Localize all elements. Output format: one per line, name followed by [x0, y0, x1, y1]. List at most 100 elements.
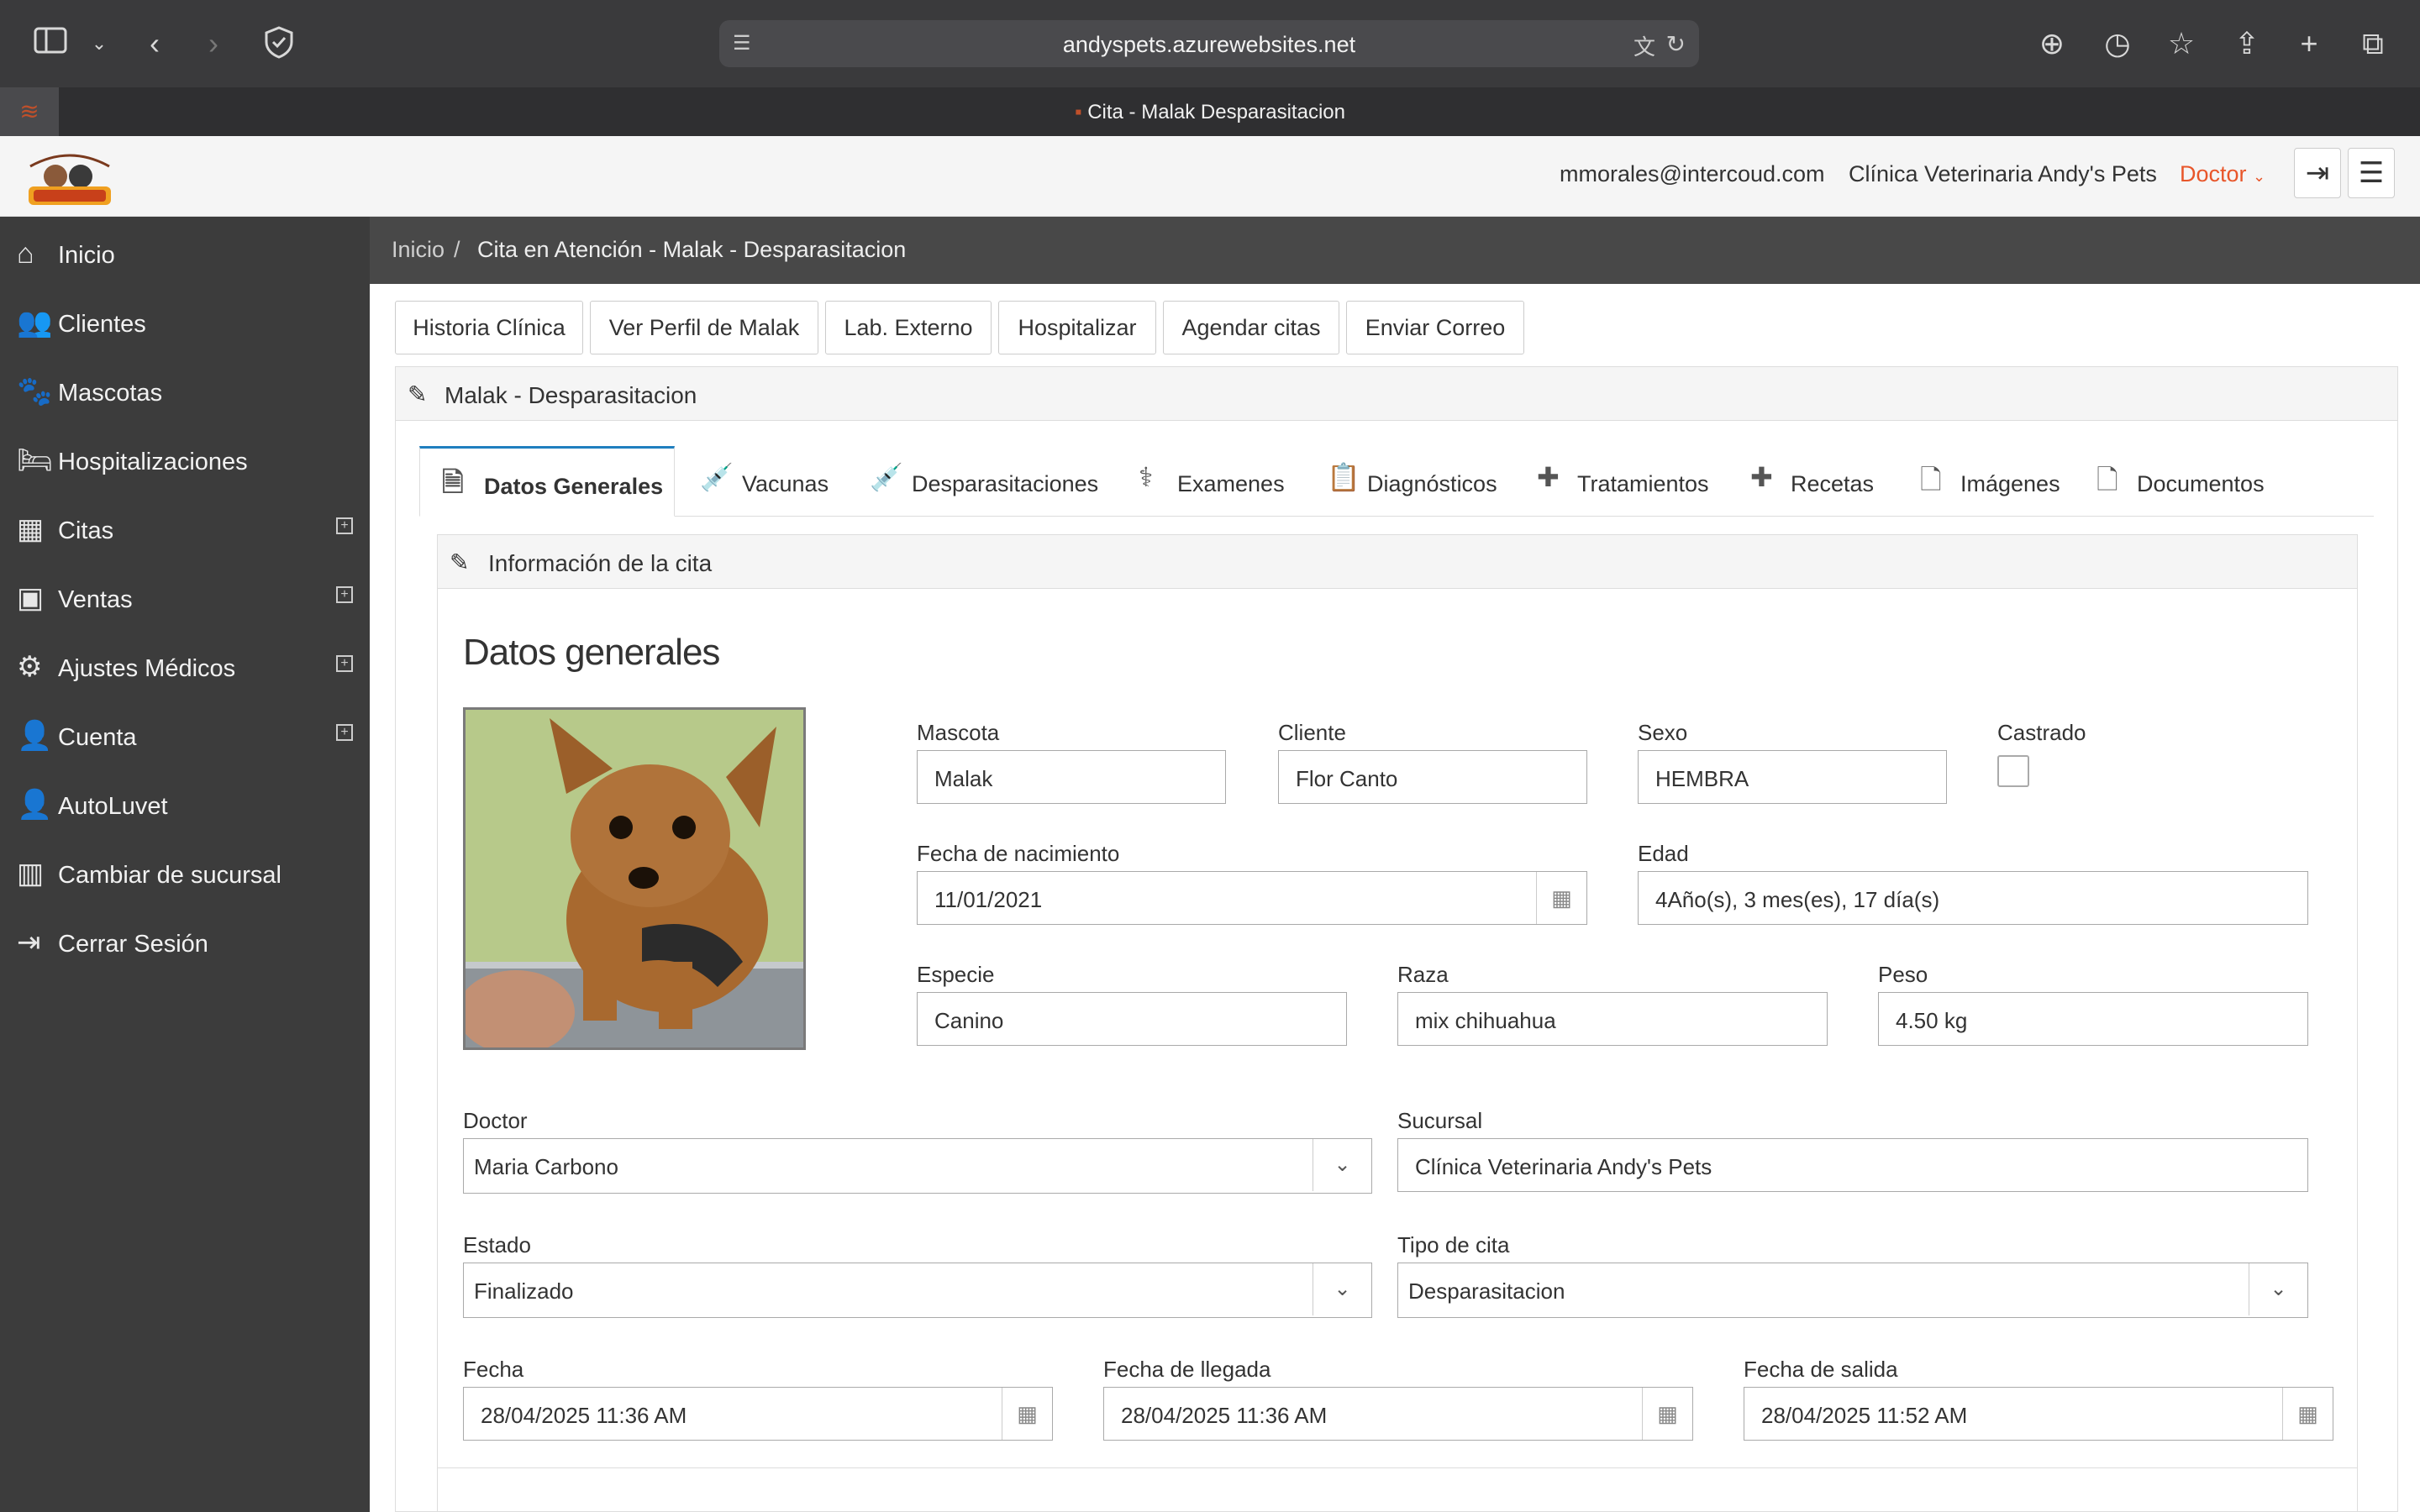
doctor-select[interactable]: Maria Carbono ⌄	[463, 1138, 1372, 1194]
sexo-field[interactable]: HEMBRA	[1638, 750, 1947, 804]
tab-tratamientos[interactable]: ✚ Tratamientos	[1537, 446, 1730, 517]
active-tab[interactable]: ▪ Cita - Malak Desparasitacion	[0, 101, 2420, 124]
especie-field[interactable]: Canino	[917, 992, 1347, 1046]
tab-label: Vacunas	[742, 471, 829, 496]
main-content: Inicio / Cita en Atención - Malak - Desp…	[370, 217, 2420, 1512]
sidebar-item-ventas[interactable]: ▣ Ventas +	[0, 564, 370, 633]
fecha-salida-field[interactable]: 28/04/2025 11:52 AM ▦	[1744, 1387, 2333, 1441]
breadcrumb-home[interactable]: Inicio	[392, 237, 445, 263]
fecha-field[interactable]: 28/04/2025 11:36 AM ▦	[463, 1387, 1053, 1441]
tipo-cita-value: Desparasitacion	[1408, 1278, 1565, 1304]
agendar-citas-button[interactable]: Agendar citas	[1163, 301, 1339, 354]
new-tab-icon[interactable]: +	[2291, 25, 2328, 62]
sucursal-label: Sucursal	[1397, 1108, 1483, 1133]
pet-photo[interactable]	[463, 707, 806, 1050]
role-dropdown[interactable]: Doctor ⌄	[2180, 161, 2265, 187]
expand-icon[interactable]: +	[336, 586, 353, 603]
translate-icon[interactable]: 文	[1634, 30, 1655, 61]
raza-field[interactable]: mix chihuahua	[1397, 992, 1828, 1046]
chevron-down-icon[interactable]: ⌄	[1313, 1263, 1371, 1315]
sidebar-item-label: Mascotas	[58, 380, 163, 407]
fecha-nacimiento-field[interactable]: 11/01/2021 ▦	[917, 871, 1587, 925]
tab-recetas[interactable]: ✚ Recetas	[1750, 446, 1885, 517]
chevron-down-icon[interactable]: ⌄	[1313, 1139, 1371, 1191]
sidebar-item-citas[interactable]: ▦ Citas +	[0, 496, 370, 564]
ver-perfil-button[interactable]: Ver Perfil de Malak	[590, 301, 818, 354]
fecha-llegada-field[interactable]: 28/04/2025 11:36 AM ▦	[1103, 1387, 1693, 1441]
sidebar-toggle-icon[interactable]	[32, 25, 69, 62]
calendar-icon[interactable]: ▦	[1536, 872, 1586, 924]
sidebar-item-hospitalizaciones[interactable]: 🛏 Hospitalizaciones	[0, 427, 370, 496]
cliente-field[interactable]: Flor Canto	[1278, 750, 1587, 804]
tipo-cita-label: Tipo de cita	[1397, 1232, 1510, 1257]
logout-button[interactable]: ⇥	[2294, 148, 2341, 198]
stethoscope-icon: ⚕	[1139, 462, 1154, 492]
history-icon[interactable]: ◷	[2099, 25, 2136, 62]
tab-overview-icon[interactable]: ⧉	[2354, 25, 2391, 62]
tab-desparasitaciones[interactable]: 💉 Desparasitaciones	[870, 446, 1122, 517]
tab-documentos[interactable]: 🗋 Documentos	[2096, 446, 2281, 517]
chevron-down-icon[interactable]: ⌄	[2249, 1263, 2307, 1315]
url-bar[interactable]: ☰ andyspets.azurewebsites.net 文 ↻	[719, 20, 1699, 67]
section-divider	[438, 1467, 2357, 1468]
tab-title: Cita - Malak Desparasitacion	[1087, 101, 1345, 123]
estado-label: Estado	[463, 1232, 531, 1257]
chevron-down-icon[interactable]: ⌄	[81, 25, 118, 62]
file-icon: 🗋	[1920, 465, 1942, 495]
tab-diagnosticos[interactable]: 📋 Diagnósticos	[1327, 446, 1512, 517]
fecha-llegada-label: Fecha de llegada	[1103, 1357, 1271, 1382]
castrado-checkbox[interactable]	[1997, 755, 2029, 787]
expand-icon[interactable]: +	[336, 724, 353, 741]
breadcrumb-current: Cita en Atención - Malak - Desparasitaci…	[477, 237, 907, 262]
calendar-icon[interactable]: ▦	[1642, 1388, 1692, 1440]
sidebar-item-cerrar-sesion[interactable]: ⇥ Cerrar Sesión	[0, 909, 370, 978]
sidebar-item-clientes[interactable]: 👥 Clientes	[0, 289, 370, 358]
tab-imagenes[interactable]: 🗋 Imágenes	[1920, 446, 2071, 517]
tipo-cita-select[interactable]: Desparasitacion ⌄	[1397, 1263, 2308, 1318]
peso-field[interactable]: 4.50 kg	[1878, 992, 2308, 1046]
logout-icon: ⇥	[2305, 157, 2330, 189]
sucursal-field[interactable]: Clínica Veterinaria Andy's Pets	[1397, 1138, 2308, 1192]
calendar-icon[interactable]: ▦	[2282, 1388, 2333, 1440]
sidebar-item-label: Cambiar de sucursal	[58, 862, 281, 889]
calendar-icon[interactable]: ▦	[1002, 1388, 1052, 1440]
edad-field[interactable]: 4Año(s), 3 mes(es), 17 día(s)	[1638, 871, 2308, 925]
expand-icon[interactable]: +	[336, 517, 353, 534]
lab-externo-button[interactable]: Lab. Externo	[825, 301, 992, 354]
back-icon[interactable]: ‹	[136, 25, 173, 62]
sidebar-item-label: Hospitalizaciones	[58, 449, 248, 475]
user-email[interactable]: mmorales@intercoud.com	[1560, 161, 1825, 187]
sidebar-item-mascotas[interactable]: 🐾 Mascotas	[0, 358, 370, 427]
mascota-label: Mascota	[917, 720, 1000, 745]
hospitalizar-button[interactable]: Hospitalizar	[998, 301, 1156, 354]
mascota-field[interactable]: Malak	[917, 750, 1226, 804]
sidebar-item-cambiar-sucursal[interactable]: ▥ Cambiar de sucursal	[0, 840, 370, 909]
clinic-name[interactable]: Clínica Veterinaria Andy's Pets	[1849, 161, 2157, 187]
tab-examenes[interactable]: ⚕ Examenes	[1139, 446, 1307, 517]
forward-icon[interactable]: ›	[195, 25, 232, 62]
shield-icon[interactable]	[260, 25, 297, 62]
sidebar-item-cuenta[interactable]: 👤 Cuenta +	[0, 702, 370, 771]
tab-vacunas[interactable]: 💉 Vacunas	[700, 446, 843, 517]
browser-chrome: ⌄ ‹ › ☰ andyspets.azurewebsites.net 文 ↻ …	[0, 0, 2420, 136]
bookmark-star-icon[interactable]: ☆	[2163, 25, 2200, 62]
sidebar-item-autoluvet[interactable]: 👤 AutoLuvet	[0, 771, 370, 840]
share-icon[interactable]: ⇪	[2228, 25, 2265, 62]
historia-clinica-button[interactable]: Historia Clínica	[395, 301, 583, 354]
sidebar-item-ajustes-medicos[interactable]: ⚙ Ajustes Médicos +	[0, 633, 370, 702]
peso-label: Peso	[1878, 962, 1928, 987]
enviar-correo-button[interactable]: Enviar Correo	[1346, 301, 1524, 354]
sidebar-item-label: AutoLuvet	[58, 793, 168, 820]
chevron-down-icon: ⌄	[2253, 168, 2266, 185]
tab-label: Recetas	[1791, 471, 1875, 496]
fecha-value: 28/04/2025 11:36 AM	[481, 1403, 687, 1428]
menu-button[interactable]: ☰	[2348, 148, 2395, 198]
download-icon[interactable]: ⊕	[2033, 25, 2070, 62]
expand-icon[interactable]: +	[336, 655, 353, 672]
sidebar-item-inicio[interactable]: ⌂ Inicio	[0, 220, 370, 289]
clinic-logo[interactable]	[22, 143, 118, 210]
money-icon: ▣	[17, 582, 45, 614]
reload-icon[interactable]: ↻	[1666, 30, 1686, 58]
estado-select[interactable]: Finalizado ⌄	[463, 1263, 1372, 1318]
tab-datos-generales[interactable]: 🗎 Datos Generales	[419, 446, 675, 517]
